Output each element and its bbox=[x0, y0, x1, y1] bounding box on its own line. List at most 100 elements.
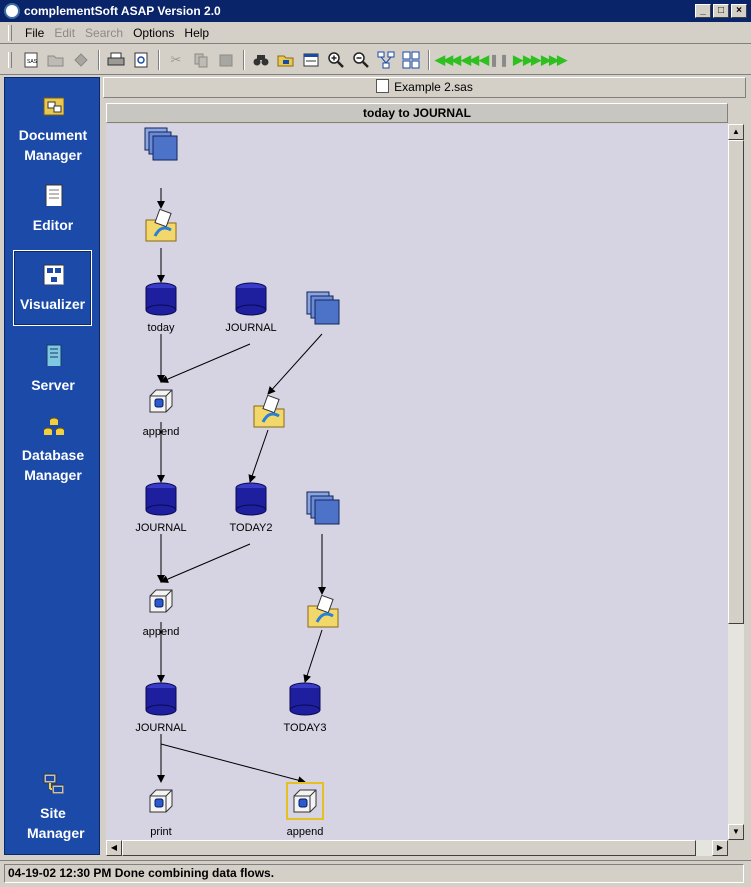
menu-edit[interactable]: Edit bbox=[49, 26, 80, 40]
menu-search[interactable]: Search bbox=[80, 26, 128, 40]
sidebar-item-editor[interactable]: Editor bbox=[5, 184, 101, 235]
scroll-right-button[interactable]: ▶ bbox=[712, 840, 728, 856]
source-node[interactable] bbox=[278, 290, 368, 329]
server-icon bbox=[46, 344, 62, 368]
close-button[interactable]: × bbox=[731, 4, 747, 18]
maximize-button[interactable]: □ bbox=[713, 4, 729, 18]
dataset-icon bbox=[235, 282, 267, 316]
scroll-corner bbox=[728, 840, 744, 856]
process-icon bbox=[307, 594, 339, 628]
step-node[interactable]: append bbox=[116, 382, 206, 438]
menu-options[interactable]: Options bbox=[128, 26, 179, 40]
document-tab[interactable]: Example 2.sas bbox=[103, 77, 746, 98]
horizontal-scrollbar[interactable]: ◀ ▶ bbox=[106, 840, 728, 856]
content-panel: Example 2.sas today to JOURNAL today JOU… bbox=[103, 77, 748, 857]
node-label: JOURNAL bbox=[135, 522, 187, 534]
process-node[interactable] bbox=[278, 594, 368, 633]
step-icon bbox=[149, 589, 173, 613]
sidebar-item-visualizer[interactable]: Visualizer bbox=[13, 250, 92, 326]
flow-title: today to JOURNAL bbox=[106, 103, 728, 123]
last-icon[interactable]: ▶▶▶ bbox=[541, 52, 567, 68]
edge bbox=[267, 333, 323, 395]
edge bbox=[160, 743, 306, 785]
node-label: TODAY3 bbox=[283, 722, 327, 734]
toolbar-grip bbox=[8, 51, 12, 68]
sidebar-item-server[interactable]: Server bbox=[5, 344, 101, 395]
copy-icon[interactable] bbox=[190, 49, 212, 71]
grid-layout-icon[interactable] bbox=[400, 49, 422, 71]
sas-file-icon bbox=[376, 79, 390, 93]
save-icon[interactable] bbox=[70, 49, 92, 71]
open-folder-icon[interactable] bbox=[45, 49, 67, 71]
sidebar-item-label: Document Manager bbox=[18, 127, 88, 163]
step-node[interactable]: append bbox=[260, 782, 350, 838]
step-icon bbox=[286, 782, 324, 820]
window-icon[interactable] bbox=[300, 49, 322, 71]
sas-file-icon[interactable]: SAS bbox=[20, 49, 42, 71]
status-bar: 04-19-02 12:30 PM Done combining data fl… bbox=[0, 860, 751, 887]
sidebar-item-database-manager[interactable]: Database Manager bbox=[5, 414, 101, 485]
window-title: complementSoft ASAP Version 2.0 bbox=[24, 4, 221, 18]
dataset-node[interactable]: today bbox=[116, 282, 206, 334]
sidebar-item-label: Editor bbox=[32, 217, 74, 233]
process-node[interactable] bbox=[224, 394, 314, 433]
zoom-in-icon[interactable] bbox=[325, 49, 347, 71]
menu-file[interactable]: File bbox=[20, 26, 49, 40]
minimize-button[interactable]: _ bbox=[695, 4, 711, 18]
vertical-scrollbar[interactable]: ▲ ▼ bbox=[728, 124, 744, 840]
step-back-icon[interactable]: ◀ bbox=[479, 52, 489, 68]
sidebar-item-document-manager[interactable]: Document Manager bbox=[5, 94, 101, 165]
sidebar-item-label: Database Manager bbox=[21, 447, 85, 483]
sidebar-item-label: Server bbox=[31, 377, 75, 393]
rewind-icon[interactable]: ◀◀ bbox=[461, 52, 479, 68]
editor-icon bbox=[45, 184, 63, 208]
step-node[interactable]: print bbox=[116, 782, 206, 838]
toolbar-separator bbox=[243, 49, 245, 70]
paste-icon[interactable] bbox=[215, 49, 237, 71]
sidebar-item-site-manager[interactable]: Site Manager bbox=[5, 772, 101, 843]
tree-layout-icon[interactable] bbox=[375, 49, 397, 71]
first-icon[interactable]: ◀◀◀ bbox=[435, 52, 461, 68]
document-tab-label: Example 2.sas bbox=[394, 80, 473, 94]
menu-help[interactable]: Help bbox=[179, 26, 214, 40]
step-icon bbox=[149, 789, 173, 813]
app-icon bbox=[4, 3, 20, 19]
edge bbox=[160, 543, 251, 583]
source-node[interactable] bbox=[278, 490, 368, 529]
process-icon bbox=[253, 394, 285, 428]
dataset-icon bbox=[289, 682, 321, 716]
site-manager-icon bbox=[43, 773, 65, 795]
process-node[interactable] bbox=[116, 208, 206, 247]
dataset-node[interactable]: JOURNAL bbox=[116, 682, 206, 734]
dataset-node[interactable]: TODAY3 bbox=[260, 682, 350, 734]
node-label: append bbox=[142, 626, 180, 638]
step-icon bbox=[149, 389, 173, 413]
find-icon[interactable] bbox=[250, 49, 272, 71]
flow-canvas[interactable]: today JOURNAL append JOURNAL TODAY2 append JOU… bbox=[106, 124, 728, 840]
source-icon bbox=[144, 127, 178, 161]
dataset-icon bbox=[235, 482, 267, 516]
cut-icon[interactable]: ✂ bbox=[165, 49, 187, 71]
fast-forward-icon[interactable]: ▶▶ bbox=[523, 52, 541, 68]
horizontal-scroll-thumb[interactable] bbox=[122, 840, 696, 856]
document-manager-icon bbox=[43, 97, 65, 116]
edge bbox=[303, 629, 323, 683]
scroll-up-button[interactable]: ▲ bbox=[728, 124, 744, 140]
browse-icon[interactable] bbox=[275, 49, 297, 71]
source-icon bbox=[306, 291, 340, 325]
preview-icon[interactable] bbox=[130, 49, 152, 71]
zoom-out-icon[interactable] bbox=[350, 49, 372, 71]
step-forward-icon[interactable]: ▶ bbox=[513, 52, 523, 68]
print-icon[interactable] bbox=[105, 49, 127, 71]
scroll-left-button[interactable]: ◀ bbox=[106, 840, 122, 856]
source-node[interactable] bbox=[116, 126, 206, 165]
step-node[interactable]: append bbox=[116, 582, 206, 638]
node-label: append bbox=[142, 426, 180, 438]
status-text: 04-19-02 12:30 PM Done combining data fl… bbox=[4, 864, 744, 883]
node-label: print bbox=[150, 826, 172, 838]
sidebar: Document Manager Editor Visualizer Serve… bbox=[4, 77, 100, 855]
scroll-down-button[interactable]: ▼ bbox=[728, 824, 744, 840]
vertical-scroll-thumb[interactable] bbox=[728, 140, 744, 624]
pause-icon[interactable]: ❚❚ bbox=[489, 53, 509, 67]
dataset-node[interactable]: JOURNAL bbox=[116, 482, 206, 534]
